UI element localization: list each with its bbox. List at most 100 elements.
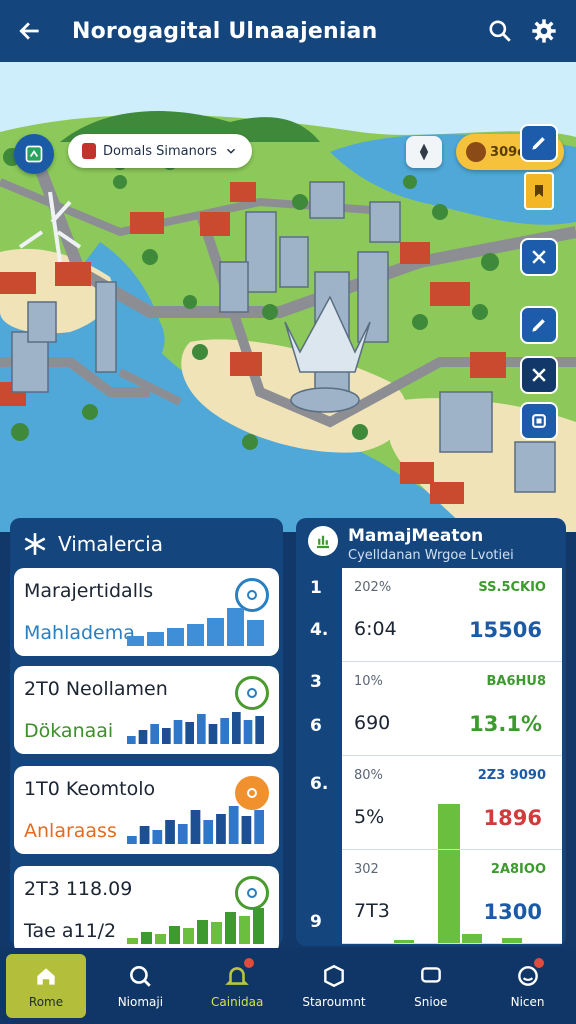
nav-item-bell[interactable]: Cainidaa [189, 948, 286, 1024]
row-number-column: 1 4. 3 6 6. 9 [296, 568, 340, 944]
row-metric: 1896 [483, 806, 542, 830]
route-tool-button[interactable] [520, 356, 558, 394]
sparkline-bar [225, 912, 236, 944]
sparkline-bar [141, 932, 152, 944]
city-map[interactable]: Domals Simanors 309o ncr [0, 62, 576, 532]
measure-tool-button[interactable] [520, 238, 558, 276]
arrow-left-icon [19, 22, 39, 40]
summary-card[interactable]: 2T3 118.09 Tae a11/2 [14, 866, 279, 954]
nav-item-smile[interactable]: Nicen [479, 948, 576, 1024]
summary-card-sparkline [127, 908, 264, 944]
sparkline-bar [162, 728, 171, 744]
row-metric: 13.1% [469, 712, 542, 736]
summary-card[interactable]: 2T0 Neollamen Dökanaai [14, 666, 279, 754]
sparkline-bar [183, 928, 194, 944]
locate-button[interactable] [14, 134, 54, 174]
nav-item-label: Niomaji [117, 995, 164, 1009]
summary-card-sparkline [127, 608, 264, 646]
row-label: 302 [354, 862, 379, 877]
search-icon [489, 20, 511, 42]
search-icon [130, 966, 152, 987]
sparkline-bar [185, 722, 194, 744]
layers-icon [532, 414, 546, 428]
sparkline-bar [247, 620, 264, 646]
draw-tool-button[interactable] [520, 124, 558, 162]
sparkline-bar [167, 628, 184, 646]
sparkline-bar [177, 824, 188, 844]
table-row[interactable]: 202% SS.5CKIO 6:04 15506 [342, 568, 562, 662]
table-row[interactable]: 302 2A8IOO 7T3 1300 [342, 850, 562, 944]
layers-tool-button[interactable] [520, 402, 558, 440]
row-tag: 2Z3 9090 [477, 768, 546, 783]
chat-icon [420, 967, 441, 983]
row-label: 202% [354, 580, 392, 595]
row-number: 3 [310, 672, 322, 692]
sparkline-bar [253, 908, 264, 944]
table-row[interactable]: 10% BA6HU8 690 13.1% [342, 662, 562, 756]
row-number: 6. [310, 774, 329, 794]
sparkline-bar [227, 608, 244, 646]
sparkline-bar [138, 730, 148, 744]
sparkline-bar [155, 934, 166, 944]
pencil-icon [532, 319, 545, 332]
sparkline-bar [127, 938, 138, 944]
nav-item-label: Staroumnt [302, 995, 366, 1009]
sparkline-bar [169, 926, 180, 944]
summary-card[interactable]: 1T0 Keomtolo Anlaraass [14, 766, 279, 854]
notification-dot [243, 958, 254, 968]
metrics-table: 202% SS.5CKIO 6:04 15506 10% BA6HU8 690 … [342, 568, 562, 944]
bookmark-tool-button[interactable] [524, 172, 554, 210]
summary-card-subtitle: Mahladema [24, 622, 135, 644]
summary-card-subtitle: Anlaraass [24, 820, 117, 842]
row-number: 1 [310, 578, 322, 598]
edit-tool-button[interactable] [520, 306, 558, 344]
route-icon [532, 368, 546, 382]
sparkline-bar [211, 922, 222, 944]
app-header: Norogagital Ulnaajenian [0, 0, 576, 62]
back-button[interactable] [8, 9, 52, 53]
sparkline-bar [187, 624, 204, 646]
nav-item-search[interactable]: Niomaji [92, 948, 189, 1024]
compass-button[interactable] [406, 136, 442, 168]
nav-item-label: Rome [28, 995, 64, 1009]
row-number: 4. [310, 620, 329, 640]
row-value: 6:04 [354, 618, 397, 640]
sparkline-bar [254, 810, 264, 844]
sparkline-bar [165, 820, 175, 844]
map-canvas [0, 62, 576, 532]
summary-card[interactable]: Marajertidalls Mahladema [14, 568, 279, 656]
bottom-navigation: Rome Niomaji Cainidaa Staroumnt Snioe Ni… [0, 948, 576, 1024]
management-panel-subtitle: Cyelldanan Wrgoe Lvotiei [348, 548, 514, 563]
sparkline-bar [203, 820, 214, 844]
row-metric: 1300 [483, 900, 542, 924]
summary-panel-title: Vimalercia [58, 532, 163, 556]
region-select[interactable]: Domals Simanors [68, 134, 252, 168]
row-metric: 15506 [468, 618, 542, 642]
nav-item-home[interactable]: Rome [6, 954, 86, 1018]
bookmark-icon [535, 185, 543, 197]
sparkline-bar [216, 814, 226, 844]
chevron-down-icon [226, 148, 235, 154]
table-row[interactable]: 80% 2Z3 9090 5% 1896 [342, 756, 562, 850]
search-button[interactable] [478, 9, 522, 53]
summary-card-sparkline [127, 712, 264, 744]
settings-button[interactable] [522, 9, 566, 53]
nav-item-cube[interactable]: Staroumnt [286, 948, 383, 1024]
summary-card-sparkline [127, 806, 264, 844]
summary-card-title: 1T0 Keomtolo [24, 778, 156, 800]
summary-card-title: Marajertidalls [24, 580, 154, 602]
pencil-icon [532, 137, 545, 150]
summary-panel-header: Vimalercia [10, 518, 283, 570]
sparkline-bar [228, 806, 239, 844]
sparkline-bar [190, 810, 201, 844]
row-number: 9 [310, 912, 322, 932]
nav-item-chat[interactable]: Snioe [382, 948, 479, 1024]
sparkline-bar [232, 712, 241, 744]
sparkline-bar [207, 618, 224, 646]
sparkline-bar [243, 720, 253, 744]
sparkline-bar [173, 720, 183, 744]
row-label: 10% [354, 674, 383, 689]
coin-icon [466, 142, 486, 162]
sparkline-bar [241, 816, 252, 844]
sparkline-bar [239, 916, 250, 944]
